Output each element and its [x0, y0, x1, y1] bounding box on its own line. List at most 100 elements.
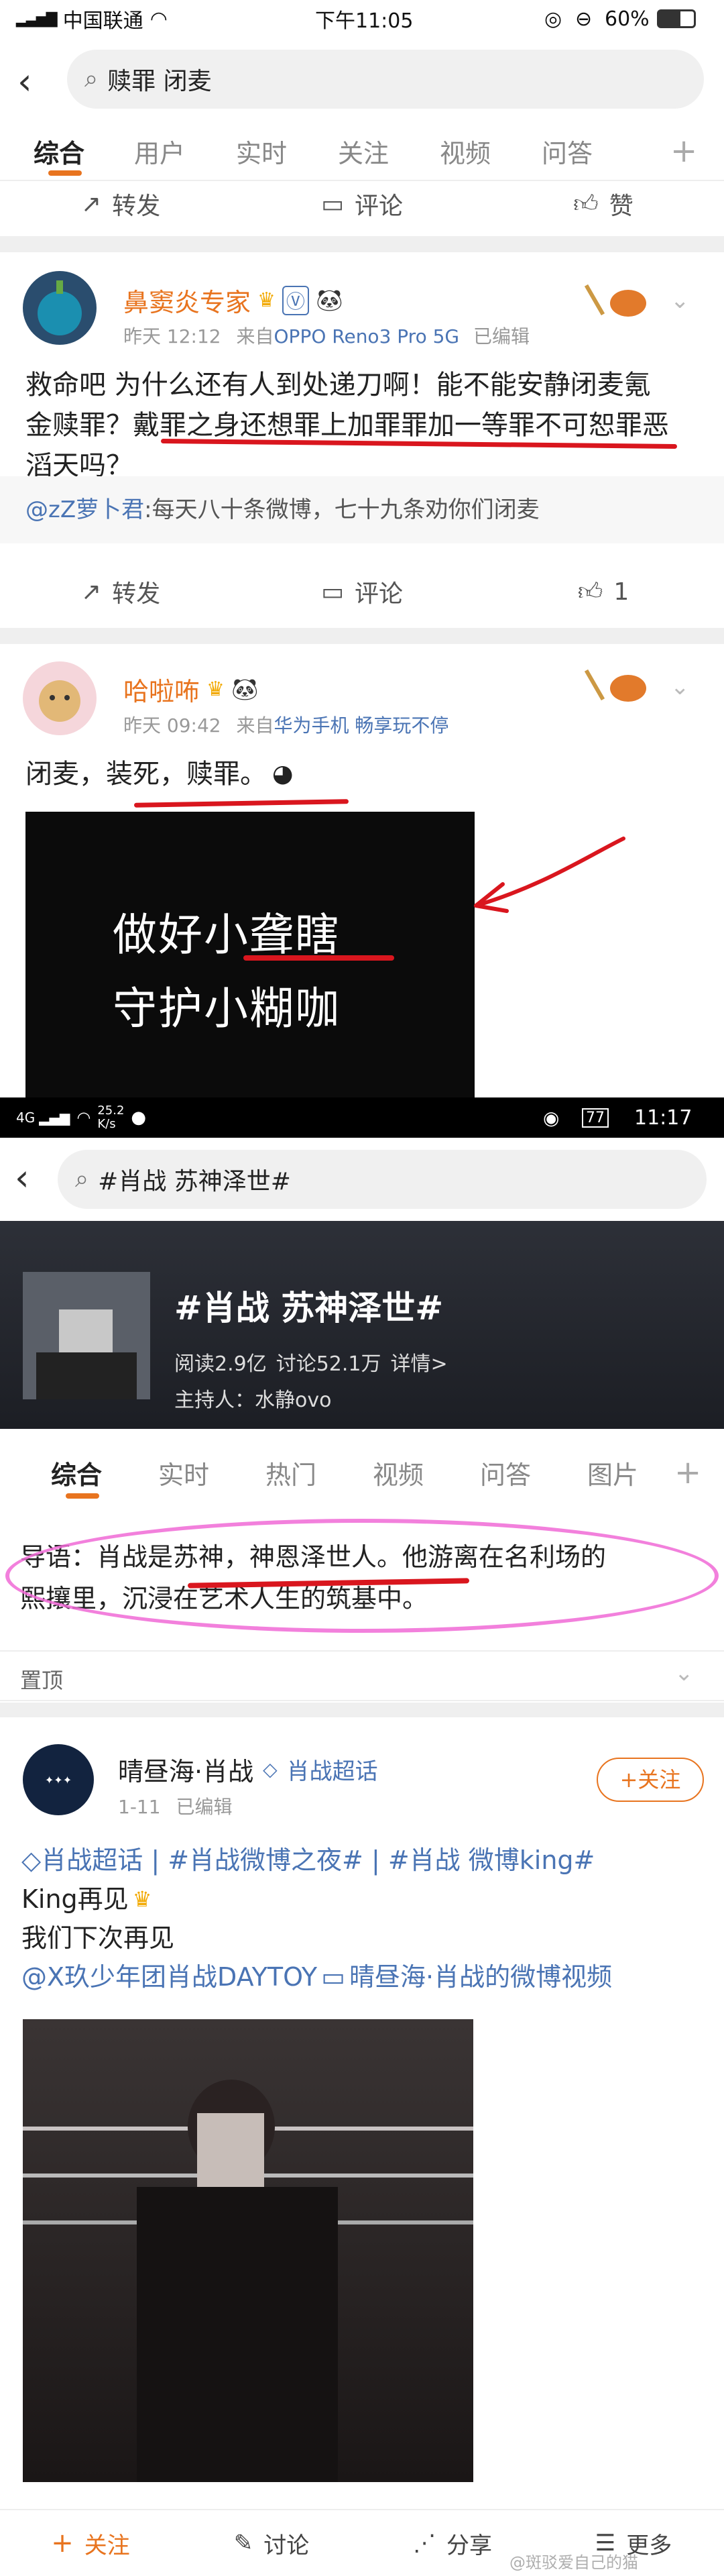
- search-input[interactable]: ⌕ 赎罪 闭麦: [67, 50, 704, 109]
- back-icon[interactable]: ‹: [15, 1157, 29, 1199]
- signal-icon: ▂▄▆: [39, 1110, 70, 1126]
- user-line: 晴昼海·肖战 ◇ 肖战超话: [118, 1751, 378, 1788]
- repost-button[interactable]: ↗ 转发: [0, 574, 241, 609]
- search-header-2: ‹ ⌕ #肖战 苏神泽世#: [0, 1138, 724, 1221]
- post-text: ◇肖战超话 | #肖战微博之夜# | #肖战 微博king# King再见 ♛ 我…: [21, 1841, 712, 1996]
- clock: 下午11:05: [315, 9, 414, 33]
- red-underline: [243, 955, 394, 961]
- super-topic-badge[interactable]: 肖战超话: [287, 1753, 378, 1786]
- tab-qa[interactable]: 问答: [542, 133, 593, 170]
- comment-button[interactable]: ▭ 评论: [241, 186, 483, 221]
- post-text: 救命吧 为什么还有人到处递刀啊！能不能安静闭麦氪 金赎罪？戴罪之身还想罪上加罪罪…: [25, 370, 669, 481]
- eye-icon: ◉: [543, 1106, 560, 1129]
- panda-icon: 🐼︎: [231, 676, 259, 702]
- topic-host[interactable]: 主持人：水静ovo: [174, 1383, 331, 1413]
- comment-button[interactable]: ▭ 评论: [241, 574, 483, 609]
- signal-label: 4G: [16, 1110, 36, 1126]
- user-name[interactable]: 鼻窦炎专家: [123, 282, 251, 319]
- add-tab-icon[interactable]: +: [670, 132, 697, 170]
- red-underline: [133, 799, 349, 808]
- tab-users[interactable]: 用户: [134, 133, 185, 170]
- share-icon: ⋰: [413, 2530, 436, 2557]
- separator: [0, 628, 724, 644]
- tab-realtime[interactable]: 实时: [158, 1454, 209, 1491]
- pinned-label: 置顶: [20, 1668, 64, 1693]
- post-tags[interactable]: ◇肖战超话 | #肖战微博之夜# | #肖战 微博king#: [21, 1841, 712, 1880]
- repost-icon: ↗: [80, 190, 102, 218]
- tab-hot[interactable]: 热门: [265, 1454, 316, 1491]
- top-action-bar: ↗ 转发 ▭ 评论 👍︎ 赞: [0, 172, 724, 236]
- video-icon: ▭: [321, 1962, 346, 1992]
- avatar[interactable]: ✦✦✦: [23, 1744, 94, 1815]
- user-name[interactable]: 哈啦咘: [123, 671, 200, 708]
- topic-stats: 阅读2.9亿 讨论52.1万 详情>: [174, 1347, 448, 1377]
- tab-photos[interactable]: 图片: [587, 1454, 638, 1491]
- chevron-down-icon[interactable]: ⌄: [674, 1660, 694, 1686]
- detail-link[interactable]: 详情>: [391, 1347, 448, 1377]
- post1-action-bar: ↗ 转发 ▭ 评论 👍︎ 1: [0, 559, 724, 624]
- avatar[interactable]: [23, 661, 97, 735]
- add-tab-icon[interactable]: +: [674, 1454, 701, 1491]
- topic-header: #肖战 苏神泽世# 阅读2.9亿 讨论52.1万 详情> 主持人：水静ovo: [0, 1221, 724, 1429]
- battery-icon: [657, 9, 696, 28]
- follow-button[interactable]: +关注: [597, 1758, 704, 1802]
- like-button[interactable]: 👍︎ 1: [483, 577, 724, 606]
- post-meta: 昨天 09:42 来自华为手机 畅享玩不停: [123, 714, 449, 737]
- red-arrow-annotation: [474, 837, 625, 913]
- lock-rotation-icon: ⊖: [575, 7, 593, 31]
- pink-circle-annotation: [5, 1519, 719, 1633]
- tab-realtime[interactable]: 实时: [236, 133, 287, 170]
- tab-qa[interactable]: 问答: [480, 1454, 531, 1491]
- discuss-button[interactable]: ✎ 讨论: [181, 2527, 362, 2560]
- search-input[interactable]: ⌕ #肖战 苏神泽世#: [58, 1150, 707, 1209]
- tab-all[interactable]: 综合: [34, 133, 84, 170]
- post-video-thumbnail[interactable]: [23, 2019, 473, 2482]
- wifi-icon: ◠: [76, 1108, 91, 1127]
- tab-bar: 综合 用户 实时 关注 视频 问答 +: [0, 127, 724, 176]
- topic-cover-image[interactable]: [23, 1272, 150, 1399]
- chevron-down-icon[interactable]: ⌄: [670, 674, 690, 700]
- like-button[interactable]: 👍︎ 赞: [483, 186, 724, 221]
- alarm-icon: ◎: [544, 7, 562, 31]
- mention-link[interactable]: @X玖少年团肖战DAYTOY: [21, 1962, 317, 1992]
- diamond-icon: ◇: [263, 1758, 278, 1780]
- separator: [0, 236, 724, 252]
- emoji-icon: ◕: [272, 760, 294, 788]
- tab-video[interactable]: 视频: [373, 1454, 424, 1491]
- plus-icon: +: [51, 2528, 74, 2559]
- chat-icon: ●: [131, 1108, 147, 1128]
- forward-comment[interactable]: @zZ萝卜君:每天八十条微博，七十九条劝你们闭麦: [0, 476, 724, 543]
- tab-all[interactable]: 综合: [51, 1454, 102, 1491]
- follow-button[interactable]: +关注: [0, 2527, 181, 2560]
- clock: 11:17: [634, 1106, 692, 1130]
- user-name[interactable]: 晴昼海·肖战: [118, 1751, 253, 1788]
- video-link[interactable]: 晴昼海·肖战的微博视频: [349, 1962, 612, 1992]
- vip-crown-icon: ♛: [206, 678, 225, 701]
- device-link[interactable]: 华为手机 畅享玩不停: [274, 714, 449, 737]
- post-card-2: 哈啦咘 ♛ 🐼︎ 昨天 09:42 来自华为手机 畅享玩不停 ⌄ 闭麦，装死，赎…: [0, 644, 724, 1100]
- tab-bar-2: 综合 实时 热门 视频 问答 图片 +: [0, 1449, 724, 1499]
- net-speed: 25.2 K/s: [97, 1104, 125, 1131]
- post-image[interactable]: 做好小聋瞎 守护小糊咖: [25, 812, 475, 1100]
- tab-video[interactable]: 视频: [440, 133, 491, 170]
- like-icon: 👍︎: [577, 578, 603, 606]
- tab-active-indicator: [66, 1493, 99, 1499]
- repost-button[interactable]: ↗ 转发: [0, 186, 241, 221]
- wifi-icon: ◠: [149, 7, 168, 31]
- decoration-sticker: [584, 279, 650, 326]
- back-icon[interactable]: ‹: [17, 60, 32, 103]
- comment-icon: ▭: [320, 190, 344, 218]
- topic-title: #肖战 苏神泽世#: [174, 1289, 444, 1328]
- topic-intro: 导语：肖战是苏神，神恩泽世人。他游离在名利场的 熙攘里，沉浸在艺术人生的筑基中。: [0, 1509, 724, 1637]
- device-link[interactable]: OPPO Reno3 Pro 5G: [274, 325, 460, 347]
- avatar[interactable]: [23, 271, 97, 345]
- user-line: 鼻窦炎专家 ♛ Ⓥ 🐼︎: [123, 282, 343, 319]
- tab-following[interactable]: 关注: [338, 133, 389, 170]
- post-card-1: 鼻窦炎专家 ♛ Ⓥ 🐼︎ 昨天 12:12 来自OPPO Reno3 Pro 5…: [0, 252, 724, 628]
- battery-label: 60%: [605, 7, 650, 31]
- chevron-down-icon[interactable]: ⌄: [670, 287, 690, 314]
- panda-icon: 🐼︎: [315, 287, 343, 313]
- search-icon: ⌕: [84, 65, 99, 93]
- watermark: @斑驳爱自己的猫: [509, 2553, 638, 2572]
- battery-label: 77: [582, 1108, 609, 1128]
